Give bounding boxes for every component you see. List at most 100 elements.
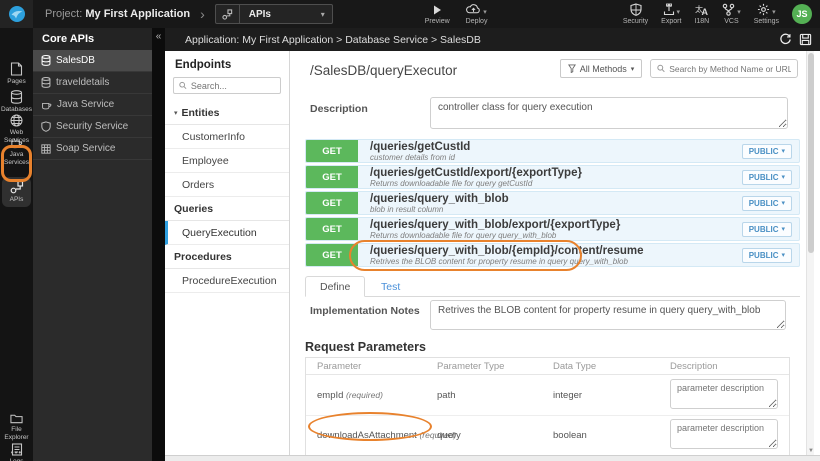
method-search[interactable] — [650, 59, 798, 78]
preview-button[interactable]: Preview — [425, 4, 450, 25]
branch-icon — [722, 3, 735, 16]
sidebar-item-java-services[interactable]: Java Services — [0, 137, 33, 167]
section-entities[interactable]: ▾ Entities — [165, 101, 289, 125]
column-header: Parameter — [317, 360, 362, 372]
page-icon — [10, 62, 23, 76]
endpoint-summary: Retrives the BLOB content for property r… — [370, 256, 628, 266]
service-item-soap-service[interactable]: Soap Service — [33, 138, 152, 160]
user-avatar[interactable]: JS — [792, 4, 812, 24]
more-icon[interactable]: ••• — [0, 448, 33, 457]
endpoint-list: GET /queries/getCustId customer details … — [305, 139, 800, 269]
section-procedures: Procedures — [165, 245, 289, 269]
caret-down-icon: ▾ — [781, 226, 785, 233]
endpoint-item-employee[interactable]: Employee — [165, 149, 289, 173]
breadcrumb-bar: Application: My First Application > Data… — [165, 28, 820, 51]
request-parameters-table: Parameter Parameter Type Data Type Descr… — [305, 357, 790, 456]
tab-define[interactable]: Define — [305, 276, 366, 297]
security-button[interactable]: Security — [623, 3, 648, 25]
access-dropdown[interactable]: PUBLIC ▾ — [741, 247, 792, 263]
param-type: path — [437, 389, 456, 401]
core-apis-title: Core APIs — [33, 28, 152, 50]
method-search-input[interactable] — [669, 63, 791, 74]
description-textarea[interactable]: controller class for query execution — [430, 97, 788, 129]
api-designer-window: Project: My First Application › APIs ▾ P… — [0, 0, 820, 461]
access-dropdown[interactable]: PUBLIC ▾ — [741, 221, 792, 237]
endpoint-item-queryexecution[interactable]: QueryExecution — [165, 221, 289, 245]
scroll-down-icon[interactable]: ▼ — [807, 448, 815, 454]
project-name: Project: My First Application — [45, 8, 191, 20]
collapse-icon[interactable]: « — [152, 28, 165, 42]
sidebar-item-databases[interactable]: Databases — [0, 90, 33, 114]
save-icon[interactable] — [799, 33, 812, 46]
endpoint-row[interactable]: GET /queries/getCustId customer details … — [305, 139, 800, 163]
caret-down-icon: ▾ — [781, 174, 785, 181]
settings-button[interactable]: ▾ Settings — [754, 3, 779, 25]
param-data-type: boolean — [553, 430, 587, 441]
shield-icon — [629, 3, 642, 16]
endpoint-item-customerinfo[interactable]: CustomerInfo — [165, 125, 289, 149]
service-item-security-service[interactable]: Security Service — [33, 116, 152, 138]
table-row-highlighted: downloadAsAttachment (required) query bo… — [306, 415, 789, 455]
endpoint-row[interactable]: GET /queries/getCustId/export/{exportTyp… — [305, 165, 800, 189]
refresh-icon[interactable] — [779, 33, 792, 46]
service-item-traveldetails[interactable]: traveldetails — [33, 72, 152, 94]
endpoints-search[interactable] — [173, 77, 281, 94]
column-header: Description — [670, 360, 718, 372]
endpoints-search-input[interactable] — [190, 80, 275, 91]
access-dropdown[interactable]: PUBLIC ▾ — [741, 169, 792, 185]
implementation-notes-textarea[interactable]: Retrives the BLOB content for property r… — [430, 300, 786, 330]
scrollbar-thumb[interactable] — [808, 53, 814, 253]
access-dropdown[interactable]: PUBLIC ▾ — [741, 195, 792, 211]
access-dropdown[interactable]: PUBLIC ▾ — [741, 143, 792, 159]
caret-down-icon: ▾ — [174, 110, 178, 117]
endpoint-path: /queries/query_with_blob/{empId}/content… — [370, 245, 644, 257]
endpoint-item-procedureexecution[interactable]: ProcedureExecution — [165, 269, 289, 293]
chevron-right-icon: › — [200, 6, 205, 22]
gear-icon — [758, 3, 770, 16]
chevron-down-icon: ▾ — [676, 9, 681, 16]
folder-icon — [10, 414, 23, 424]
play-icon — [431, 4, 443, 16]
export-button[interactable]: ▾ Export — [661, 3, 681, 25]
sidebar-item-pages[interactable]: Pages — [0, 62, 33, 86]
endpoint-row[interactable]: GET /queries/query_with_blob/export/{exp… — [305, 217, 800, 241]
endpoint-summary: Returns downloadable file for query quer… — [370, 230, 557, 240]
sidebar-item-apis[interactable]: APIs — [2, 177, 31, 208]
endpoint-row[interactable]: GET /queries/query_with_blob blob in res… — [305, 191, 800, 215]
deploy-button[interactable]: ▾ Deploy — [466, 3, 487, 25]
caret-down-icon: ▾ — [781, 200, 785, 207]
endpoint-row-highlighted[interactable]: GET /queries/query_with_blob/{empId}/con… — [305, 243, 800, 267]
column-header: Data Type — [553, 360, 597, 372]
endpoint-item-orders[interactable]: Orders — [165, 173, 289, 197]
service-item-salesdb[interactable]: SalesDB — [33, 50, 152, 72]
caret-down-icon: ▾ — [781, 148, 785, 155]
chevron-down-icon: ▾ — [737, 9, 741, 16]
vertical-scrollbar: ▼ — [806, 51, 814, 455]
param-description-textarea[interactable] — [670, 419, 778, 449]
param-data-type: integer — [553, 389, 583, 401]
chevron-down-icon: ▾ — [320, 9, 325, 19]
method-badge: GET — [306, 166, 358, 188]
endpoint-summary: blob in result column — [370, 204, 444, 214]
top-bar: Project: My First Application › APIs ▾ P… — [0, 0, 820, 28]
endpoint-summary: Returns downloadable file for query getC… — [370, 178, 533, 188]
resource-selector[interactable]: APIs ▾ — [214, 4, 333, 24]
methods-filter-dropdown[interactable]: All Methods ▾ — [560, 59, 642, 78]
tab-test[interactable]: Test — [367, 276, 414, 297]
endpoint-path: /queries/query_with_blob/export/{exportT… — [370, 219, 621, 231]
search-icon — [657, 64, 665, 73]
service-item-java-service[interactable]: Java Service — [33, 94, 152, 116]
description-label: Description — [310, 103, 368, 115]
globe-icon — [10, 114, 23, 127]
apis-icon — [10, 180, 23, 194]
param-description-textarea[interactable] — [670, 378, 778, 409]
i18n-button[interactable]: 太A I18N — [694, 3, 709, 25]
sidebar-item-file-explorer[interactable]: File Explorer — [0, 413, 33, 442]
endpoint-summary: customer details from id — [370, 152, 455, 162]
core-apis-panel: Core APIs SalesDB traveldetails Java Ser… — [33, 28, 152, 461]
vcs-button[interactable]: ▾ VCS — [722, 3, 741, 25]
app-logo[interactable] — [0, 0, 33, 28]
database-icon — [41, 77, 51, 88]
param-type: query — [437, 430, 461, 441]
translate-icon: 太A — [695, 3, 709, 16]
